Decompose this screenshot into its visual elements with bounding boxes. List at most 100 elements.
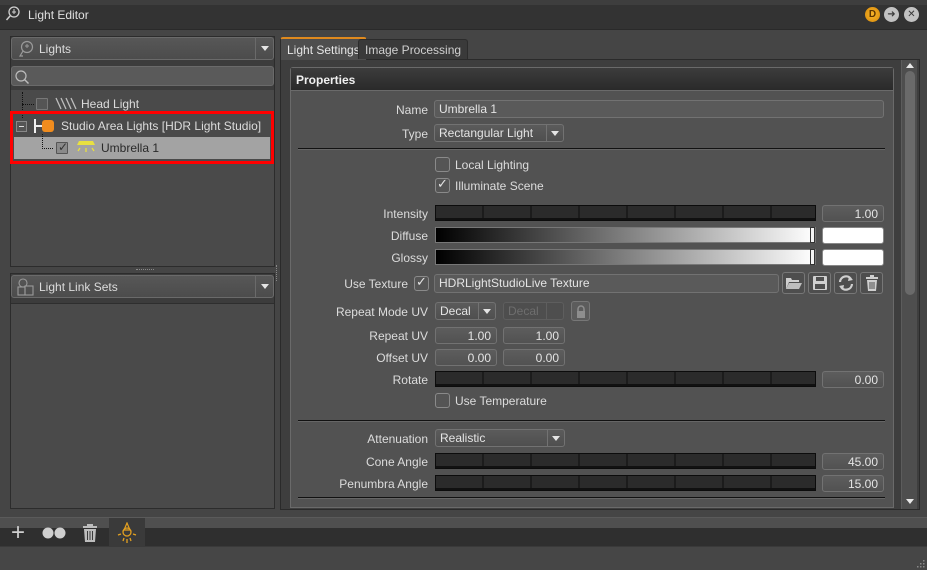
- glossy-gradient-slider[interactable]: [435, 249, 816, 265]
- rotate-slider[interactable]: [435, 371, 816, 387]
- title-bar: Light Editor D ➜ ✕: [0, 0, 927, 30]
- lights-dropdown[interactable]: Lights: [11, 37, 274, 60]
- dropdown-arrow: [478, 303, 495, 319]
- offset-uv-label: Offset UV: [376, 351, 428, 365]
- directional-light-icon: [55, 97, 77, 110]
- bottom-toolbar: +: [0, 517, 927, 547]
- chevron-down-icon: [551, 131, 559, 136]
- attenuation-dropdown[interactable]: Realistic: [435, 429, 565, 447]
- scroll-down-arrow-icon[interactable]: [906, 499, 914, 504]
- light-bulb-icon: [117, 521, 137, 543]
- separator: [298, 420, 885, 421]
- intensity-slider[interactable]: [435, 205, 816, 221]
- open-texture-button[interactable]: [782, 272, 805, 294]
- offset-v-input[interactable]: 0.00: [503, 349, 565, 366]
- properties-header[interactable]: Properties: [291, 68, 893, 91]
- diffuse-gradient-slider[interactable]: [435, 227, 816, 243]
- repeat-uv-label: Repeat UV: [369, 329, 428, 343]
- cone-angle-slider[interactable]: [435, 453, 816, 469]
- name-input[interactable]: Umbrella 1: [434, 100, 884, 118]
- chevron-down-icon: [552, 436, 560, 441]
- close-button[interactable]: ✕: [904, 7, 919, 22]
- highlight-annotation-box: [10, 111, 274, 164]
- type-dropdown[interactable]: Rectangular Light: [434, 124, 564, 142]
- light-link-sets-label: Light Link Sets: [39, 280, 118, 294]
- dropdown-arrow: [546, 125, 563, 141]
- delete-texture-button[interactable]: [860, 272, 883, 294]
- local-lighting-checkbox[interactable]: [435, 157, 450, 172]
- use-temperature-label: Use Temperature: [455, 394, 547, 408]
- rotate-input[interactable]: 0.00: [822, 371, 884, 388]
- chevron-down-icon: [261, 46, 269, 51]
- separator: [298, 497, 885, 498]
- light-mode-button[interactable]: [109, 518, 145, 547]
- dock-icon: D: [868, 9, 877, 20]
- cone-angle-input[interactable]: 45.00: [822, 453, 884, 470]
- folder-open-icon: [785, 278, 802, 289]
- glossy-label: Glossy: [391, 251, 428, 265]
- tab-image-processing[interactable]: Image Processing: [358, 39, 469, 59]
- attenuation-value: Realistic: [440, 431, 486, 445]
- delete-light-button[interactable]: [72, 518, 108, 547]
- plus-icon: +: [10, 518, 25, 546]
- rotate-label: Rotate: [392, 373, 428, 387]
- repeat-mode-u-dropdown[interactable]: Decal: [435, 302, 496, 320]
- link-button[interactable]: [36, 518, 72, 547]
- illuminate-scene-checkbox[interactable]: ✓: [435, 176, 450, 193]
- type-value: Rectangular Light: [439, 126, 534, 140]
- properties-scrollbar[interactable]: [901, 60, 917, 509]
- dropdown-arrow: [547, 430, 564, 446]
- dock-button[interactable]: D: [865, 7, 880, 22]
- glossy-color-swatch[interactable]: [822, 249, 884, 266]
- penumbra-angle-label: Penumbra Angle: [339, 477, 428, 491]
- add-light-button[interactable]: +: [0, 518, 36, 547]
- light-link-sets-list: [11, 303, 274, 508]
- uv-lock-button[interactable]: [571, 301, 590, 321]
- checkmark-icon: ✓: [437, 176, 448, 191]
- penumbra-angle-input[interactable]: 15.00: [822, 475, 884, 492]
- diffuse-color-swatch[interactable]: [822, 227, 884, 244]
- separator: [298, 148, 885, 149]
- scrollbar-thumb[interactable]: [905, 71, 915, 295]
- light-link-sets-icon: [17, 278, 34, 296]
- intensity-label: Intensity: [383, 207, 428, 221]
- penumbra-angle-slider[interactable]: [435, 475, 816, 491]
- light-link-sets-dropdown[interactable]: Light Link Sets: [11, 275, 274, 298]
- resize-grip-icon[interactable]: [915, 558, 925, 568]
- lights-search-input[interactable]: [11, 66, 274, 86]
- trash-icon: [865, 275, 878, 291]
- illuminate-scene-label: Illuminate Scene: [455, 179, 544, 193]
- intensity-input[interactable]: 1.00: [822, 205, 884, 222]
- offset-u-input[interactable]: 0.00: [435, 349, 497, 366]
- slider-handle[interactable]: [810, 249, 815, 265]
- dropdown-arrow[interactable]: [255, 38, 273, 59]
- refresh-icon: [838, 275, 853, 291]
- refresh-texture-button[interactable]: [834, 272, 857, 294]
- repeat-u-input[interactable]: 1.00: [435, 327, 497, 344]
- link-dots-icon: [42, 527, 66, 538]
- splitter-handle[interactable]: [136, 269, 154, 272]
- repeat-v-input[interactable]: 1.00: [503, 327, 565, 344]
- use-temperature-checkbox[interactable]: [435, 393, 450, 408]
- lock-icon: [576, 304, 585, 318]
- properties-title: Properties: [296, 73, 356, 87]
- scroll-up-arrow-icon[interactable]: [906, 63, 914, 68]
- arrow-right-icon: ➜: [887, 9, 896, 20]
- checkmark-icon: ✓: [416, 274, 427, 289]
- lights-dropdown-label: Lights: [39, 42, 72, 56]
- slider-handle[interactable]: [810, 227, 815, 243]
- float-button[interactable]: ➜: [884, 7, 899, 22]
- save-icon: [812, 276, 827, 290]
- dropdown-arrow: [546, 303, 563, 319]
- repeat-mode-v-value: Decal: [508, 304, 539, 318]
- head-light-checkbox[interactable]: [36, 98, 48, 110]
- texture-field[interactable]: HDRLightStudioLive Texture: [434, 274, 779, 293]
- type-label: Type: [401, 127, 428, 141]
- tab-light-settings[interactable]: Light Settings: [280, 37, 367, 60]
- repeat-mode-uv-label: Repeat Mode UV: [335, 305, 428, 319]
- tree-item-label: Head Light: [81, 97, 140, 111]
- save-texture-button[interactable]: [808, 272, 831, 294]
- status-bar: [0, 546, 927, 570]
- trash-icon: [83, 523, 97, 542]
- use-texture-checkbox[interactable]: ✓: [414, 274, 429, 291]
